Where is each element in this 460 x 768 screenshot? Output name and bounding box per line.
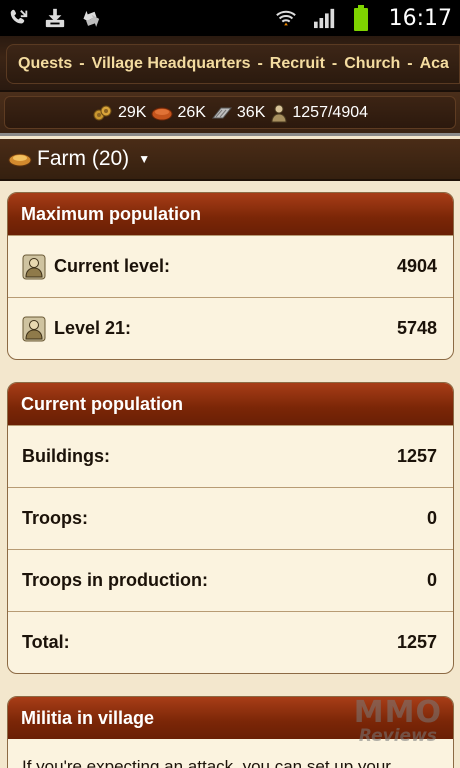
resource-population: 1257/4904 — [270, 103, 368, 123]
current-population-row-troops: Troops: 0 — [8, 487, 453, 549]
status-time: 16:17 — [388, 5, 452, 31]
chevron-down-icon[interactable]: ▼ — [138, 152, 150, 166]
nav-separator: - — [79, 55, 85, 72]
max-population-header: Maximum population — [8, 193, 453, 235]
missed-call-icon — [8, 7, 30, 29]
max-population-row-current: Current level: 4904 — [8, 235, 453, 297]
watermark-top: MMO — [353, 695, 442, 730]
nav-separator: - — [331, 55, 338, 72]
row-value: 1257 — [396, 632, 437, 652]
status-bar: 16:17 — [0, 0, 460, 36]
building-selector[interactable]: Farm (20) ▼ — [0, 139, 460, 181]
current-population-row-troops-in-production: Troops in production: 0 — [8, 549, 453, 611]
watermark-bottom: Reviews — [358, 726, 437, 746]
resource-items: 29K 26K 36K 1257/4904 — [92, 103, 368, 123]
nav-item-church[interactable]: Church — [344, 55, 400, 73]
current-population-header: Current population — [8, 383, 453, 425]
max-population-panel: Maximum population Current level: 4904 L… — [7, 192, 454, 360]
clay-icon — [151, 104, 173, 122]
current-population-row-total: Total: 1257 — [8, 611, 453, 673]
row-value: 0 — [426, 570, 437, 590]
watermark-logo: MMO Reviews — [354, 698, 442, 745]
farm-icon — [8, 150, 32, 168]
population-icon — [22, 254, 46, 280]
iron-icon — [211, 104, 233, 122]
battery-icon — [353, 5, 369, 31]
nav-item-quests[interactable]: Quests — [18, 55, 72, 73]
nav-item-academy[interactable]: Aca — [420, 55, 449, 73]
population-icon — [22, 316, 46, 342]
building-title: Farm (20) — [37, 147, 130, 170]
row-label-group: Level 21: — [22, 316, 131, 342]
row-label-group: Current level: — [22, 254, 170, 280]
row-value: 0 — [426, 508, 437, 528]
row-label: Current level: — [54, 256, 171, 276]
signal-icon — [311, 7, 339, 29]
nav-item-village-headquarters[interactable]: Village Headquarters — [92, 55, 251, 73]
population-icon — [270, 103, 288, 123]
resource-population-value: 1257/4904 — [292, 103, 369, 121]
nav-separator: - — [257, 55, 263, 72]
status-bar-right: 16:17 — [275, 5, 452, 31]
row-label: Level 21: — [54, 318, 132, 338]
resource-clay: 26K — [151, 103, 206, 122]
row-label: Total: — [22, 632, 70, 652]
building-nav-bar: Quests - Village Headquarters - Recruit … — [0, 36, 460, 92]
nav-item-recruit[interactable]: Recruit — [270, 55, 325, 73]
wifi-icon — [275, 7, 297, 29]
status-bar-left — [8, 7, 102, 29]
current-population-panel: Current population Buildings: 1257 Troop… — [7, 382, 454, 674]
row-label: Troops in production: — [22, 570, 208, 590]
row-label: Buildings: — [22, 446, 110, 466]
resource-iron-value: 36K — [236, 103, 266, 121]
nav-separator: - — [407, 55, 413, 72]
resource-wood-value: 29K — [117, 103, 147, 121]
resource-clay-value: 26K — [177, 103, 206, 121]
row-value: 5748 — [396, 318, 437, 338]
max-population-row-next-level: Level 21: 5748 — [8, 297, 453, 359]
current-population-row-buildings: Buildings: 1257 — [8, 425, 453, 487]
download-icon — [44, 7, 66, 29]
resource-bar: 29K 26K 36K 1257/4904 — [0, 92, 460, 136]
sync-icon — [80, 7, 102, 29]
row-value: 4904 — [396, 256, 437, 276]
row-value: 1257 — [396, 446, 437, 466]
row-label: Troops: — [22, 508, 88, 528]
wood-icon — [92, 104, 114, 122]
resource-wood: 29K — [92, 104, 146, 122]
building-nav-scroller[interactable]: Quests - Village Headquarters - Recruit … — [6, 44, 460, 84]
resource-iron: 36K — [211, 104, 265, 122]
